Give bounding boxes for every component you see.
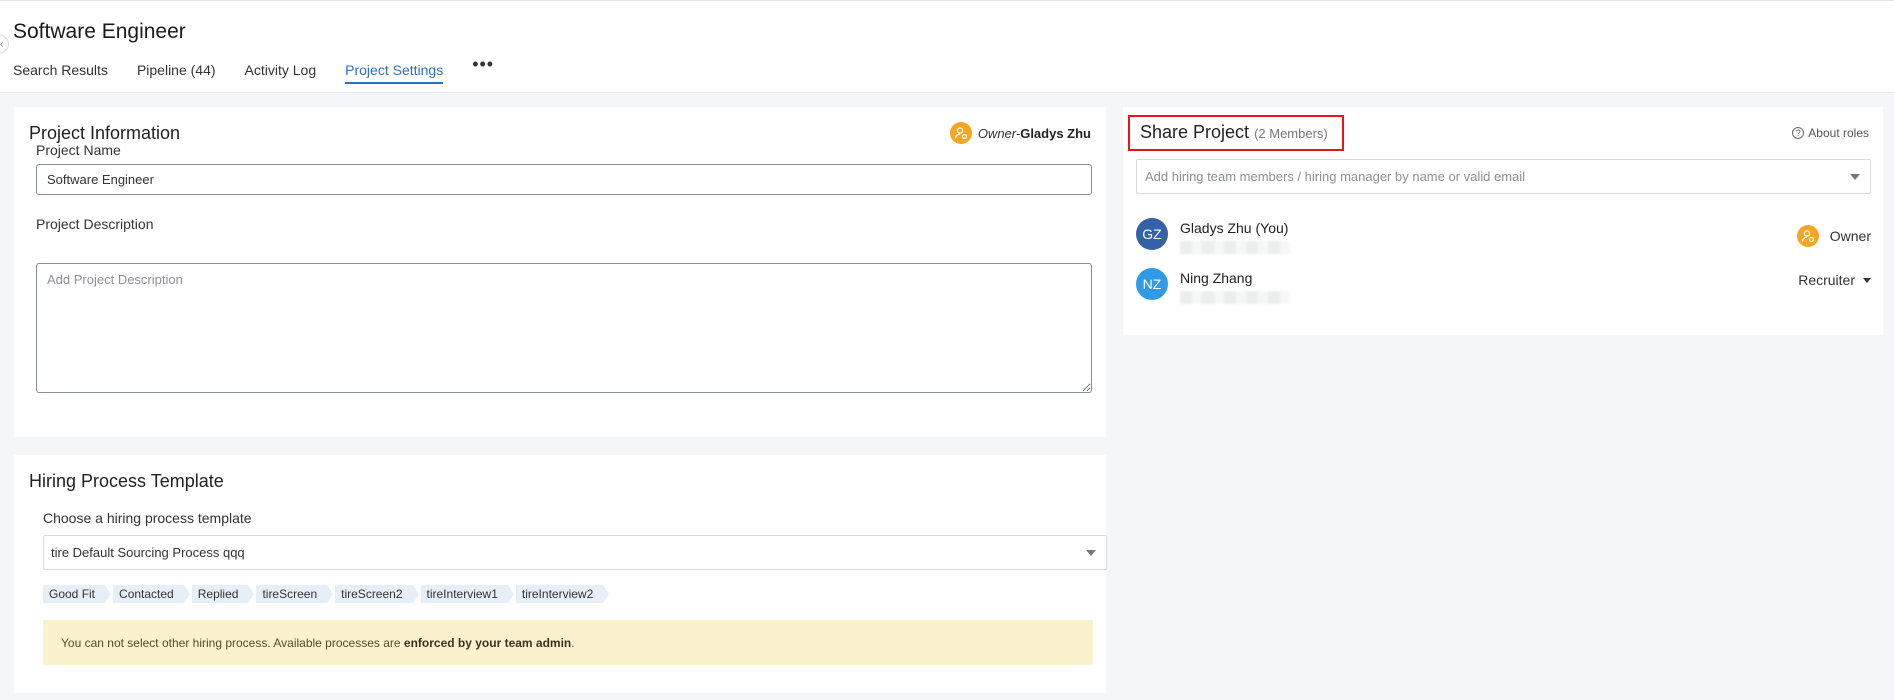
member-role: Owner xyxy=(1796,225,1871,247)
avatar: NZ xyxy=(1136,268,1168,300)
notice-emphasis: enforced by your team admin xyxy=(403,635,572,650)
member-email-redacted xyxy=(1180,291,1290,304)
owner-icon xyxy=(1796,225,1819,247)
project-name-input[interactable] xyxy=(36,164,1092,195)
chevron-down-icon xyxy=(1850,173,1860,180)
tab-bar: Search Results Pipeline (44) Activity Lo… xyxy=(13,54,494,84)
hiring-template-value: tire Default Sourcing Process qqq xyxy=(51,545,245,560)
hiring-process-notice: You can not select other hiring process.… xyxy=(43,620,1093,665)
notice-end: . xyxy=(571,635,575,650)
owner-icon xyxy=(949,122,972,144)
share-project-heading: Share Project (2 Members) xyxy=(1128,115,1344,151)
tab-pipeline[interactable]: Pipeline (44) xyxy=(137,62,216,84)
member-row: GZ Gladys Zhu (You) Owner xyxy=(1136,218,1871,258)
stage-chip: tireInterview2 xyxy=(515,585,610,603)
member-role-label: Owner xyxy=(1829,228,1871,244)
add-member-placeholder: Add hiring team members / hiring manager… xyxy=(1145,169,1526,184)
stage-chip: tireInterview1 xyxy=(420,585,515,603)
chevron-down-icon xyxy=(1086,549,1096,556)
tab-activity-log[interactable]: Activity Log xyxy=(245,62,317,84)
project-information-card: Project Information Owner- Gladys Zhu Pr… xyxy=(14,107,1106,437)
member-email-redacted xyxy=(1180,241,1290,254)
owner-name: Gladys Zhu xyxy=(1020,125,1091,141)
tab-search-results[interactable]: Search Results xyxy=(13,62,108,84)
member-count: (2 Members) xyxy=(1254,126,1328,141)
stage-chip: tireScreen2 xyxy=(335,585,419,603)
stage-chip: Good Fit xyxy=(43,585,112,603)
avatar: GZ xyxy=(1136,218,1168,250)
hiring-process-title: Hiring Process Template xyxy=(29,471,224,491)
stage-chip: Replied xyxy=(191,585,255,603)
stage-chip: tireScreen xyxy=(256,585,333,603)
collapse-sidebar-button[interactable]: ‹ xyxy=(0,35,9,53)
about-roles-link[interactable]: ? About roles xyxy=(1792,126,1869,140)
member-role-label: Recruiter xyxy=(1798,272,1855,288)
member-row: NZ Ning Zhang Recruiter xyxy=(1136,268,1871,308)
hiring-template-label: Choose a hiring process template xyxy=(43,510,252,526)
project-description-label: Project Description xyxy=(36,216,154,232)
caret-down-icon xyxy=(1863,277,1871,283)
project-header: ‹ Software Engineer Search Results Pipel… xyxy=(0,0,1894,93)
project-name-label: Project Name xyxy=(36,142,121,158)
chevron-left-icon: ‹ xyxy=(0,39,4,50)
project-information-title: Project Information xyxy=(29,123,181,143)
help-icon: ? xyxy=(1792,127,1805,139)
owner-role-label: Owner- xyxy=(977,125,1021,141)
about-roles-label: About roles xyxy=(1808,126,1869,140)
member-name: Gladys Zhu (You) xyxy=(1180,220,1289,236)
notice-text: You can not select other hiring process.… xyxy=(61,635,401,650)
hiring-process-card: Hiring Process Template Choose a hiring … xyxy=(14,455,1107,693)
stage-list: Good Fit Contacted Replied tireScreen ti… xyxy=(43,585,610,603)
page-title: Software Engineer xyxy=(13,20,186,43)
project-description-input[interactable] xyxy=(36,263,1092,393)
member-name: Ning Zhang xyxy=(1180,270,1253,286)
stage-chip: Contacted xyxy=(113,585,190,603)
share-project-card: Share Project (2 Members) ? About roles … xyxy=(1123,107,1883,335)
add-member-input[interactable]: Add hiring team members / hiring manager… xyxy=(1136,159,1871,194)
project-owner-tag: Owner- Gladys Zhu xyxy=(949,122,1091,144)
share-project-title: Share Project xyxy=(1140,122,1250,142)
member-role-dropdown[interactable]: Recruiter xyxy=(1798,272,1871,288)
more-tabs-icon[interactable]: ••• xyxy=(472,54,494,84)
hiring-template-select[interactable]: tire Default Sourcing Process qqq xyxy=(43,535,1107,570)
tab-project-settings[interactable]: Project Settings xyxy=(345,62,444,84)
